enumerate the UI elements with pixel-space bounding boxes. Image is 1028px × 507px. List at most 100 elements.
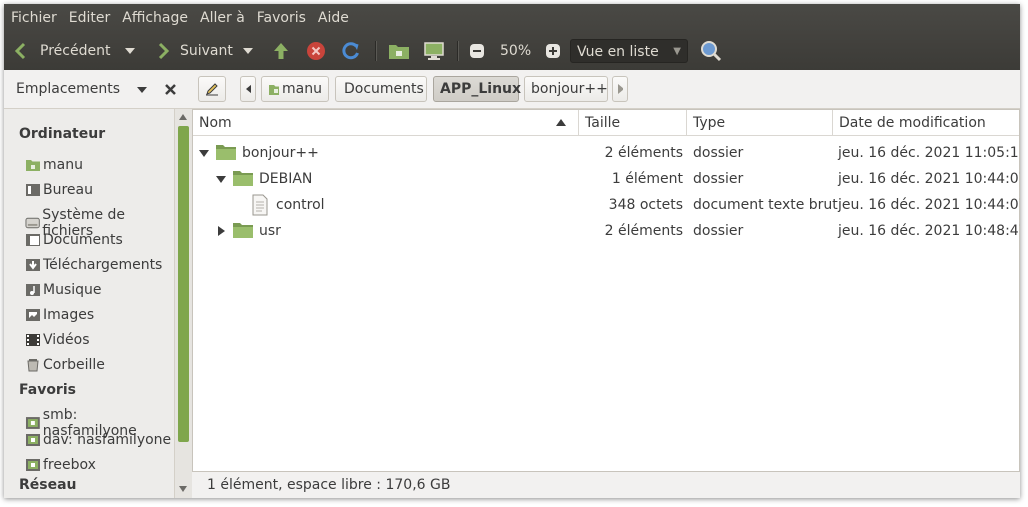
sidebar-item-label: Musique [43, 282, 102, 298]
forward-history-dropdown[interactable] [242, 32, 254, 70]
column-header-size[interactable]: Taille [579, 110, 687, 136]
videos-folder-icon [26, 334, 40, 346]
file-size: 2 éléments [604, 223, 683, 239]
sidebar-item-dav-nasfamilyone[interactable]: dav: nasfamilyone [25, 432, 171, 448]
column-header-date[interactable]: Date de modification [833, 110, 1019, 136]
column-header-name[interactable]: Nom [193, 110, 579, 136]
desktop-folder-icon [26, 184, 40, 196]
column-header-label: Taille [585, 115, 621, 131]
scroll-down-icon[interactable] [179, 486, 187, 492]
back-history-dropdown[interactable] [124, 32, 136, 70]
view-mode-select[interactable]: Vue en liste ▼ [570, 39, 688, 63]
stop-button[interactable] [306, 32, 326, 70]
table-row[interactable]: bonjour++ 2 éléments dossier jeu. 16 déc… [193, 140, 1020, 166]
folder-icon [233, 171, 253, 186]
file-list: Nom Taille Type Date de modification bon… [192, 109, 1020, 472]
sidebar-section-reseau: Réseau [19, 477, 77, 493]
text-file-icon [252, 194, 268, 216]
forward-label: Suivant [180, 43, 233, 59]
drive-icon [25, 217, 40, 229]
file-size: 1 élément [611, 171, 683, 187]
back-label: Précédent [40, 43, 111, 59]
sidebar-item-label: Vidéos [43, 332, 90, 348]
file-size: 2 éléments [604, 145, 683, 161]
pencil-icon [206, 83, 218, 96]
menu-fichier[interactable]: Fichier [4, 4, 63, 32]
sidebar-item-videos[interactable]: Vidéos [25, 332, 90, 348]
menu-aide[interactable]: Aide [312, 4, 355, 32]
view-mode-value: Vue en liste [577, 44, 659, 60]
computer-button[interactable] [423, 32, 445, 70]
column-header-label: Date de modification [839, 115, 986, 131]
expander-expanded-icon[interactable] [216, 176, 226, 183]
menu-affichage[interactable]: Affichage [116, 4, 194, 32]
sidebar-item-musique[interactable]: Musique [25, 282, 102, 298]
expander-collapsed-icon[interactable] [218, 226, 225, 236]
sort-ascending-icon [556, 119, 566, 126]
documents-folder-icon [26, 234, 40, 246]
network-folder-icon [26, 434, 40, 446]
toggle-location-entry-button[interactable] [198, 76, 226, 102]
table-row[interactable]: control 348 octets document texte brut j… [193, 192, 1020, 218]
chevron-down-icon[interactable] [136, 86, 148, 94]
crumb-scroll-right-button[interactable] [612, 76, 628, 102]
sidebar-item-bureau[interactable]: Bureau [25, 182, 93, 198]
chevron-right-icon [618, 84, 623, 94]
menu-editer[interactable]: Editer [63, 4, 116, 32]
sidebar-item-label: Images [43, 307, 95, 323]
column-header-label: Nom [199, 115, 232, 131]
zoom-in-button[interactable] [545, 32, 561, 70]
sidebar-scrollbar[interactable] [174, 109, 192, 498]
file-name: DEBIAN [259, 171, 313, 187]
search-icon [701, 41, 722, 62]
scroll-up-icon[interactable] [179, 114, 187, 120]
close-icon[interactable] [164, 83, 177, 96]
search-button[interactable] [700, 32, 722, 70]
zoom-in-icon [546, 44, 560, 58]
crumb-bonjour[interactable]: bonjour++ [524, 76, 608, 102]
crumb-label: bonjour++ [531, 81, 608, 97]
title-toolbar-area: Fichier Editer Affichage Aller à Favoris… [4, 4, 1020, 70]
zoom-out-button[interactable] [469, 32, 485, 70]
crumb-label: manu [282, 81, 322, 97]
file-name: usr [259, 223, 281, 239]
menu-aller-a[interactable]: Aller à [194, 4, 251, 32]
crumb-manu[interactable]: manu [261, 76, 329, 102]
file-date: jeu. 16 déc. 2021 11:05:11 [838, 145, 1020, 161]
expander-expanded-icon[interactable] [199, 150, 209, 157]
reload-button[interactable] [341, 32, 361, 70]
menu-favoris[interactable]: Favoris [251, 4, 312, 32]
crumb-scroll-left-button[interactable] [240, 76, 256, 102]
column-header-type[interactable]: Type [687, 110, 833, 136]
sidebar-item-label: Bureau [43, 182, 93, 198]
forward-button[interactable]: Suivant [156, 32, 233, 70]
chevron-down-icon [243, 48, 253, 54]
crumb-documents[interactable]: Documents [335, 76, 427, 102]
network-folder-icon [25, 417, 40, 429]
home-folder-icon [26, 160, 40, 171]
chevron-left-icon [246, 84, 251, 94]
table-row[interactable]: DEBIAN 1 élément dossier jeu. 16 déc. 20… [193, 166, 1020, 192]
menu-bar: Fichier Editer Affichage Aller à Favoris… [4, 4, 1020, 32]
sidebar-item-manu[interactable]: manu [25, 157, 83, 173]
home-folder-icon [269, 84, 280, 95]
sidebar-item-documents[interactable]: Documents [25, 232, 123, 248]
status-bar: 1 élément, espace libre : 170,6 GB [192, 472, 1020, 498]
sidebar-item-telechargements[interactable]: Téléchargements [25, 257, 162, 273]
sidebar-bottom: Réseau [4, 471, 174, 498]
file-type: document texte brut [693, 197, 838, 213]
file-size: 348 octets [608, 197, 683, 213]
back-button[interactable]: Précédent [14, 32, 110, 70]
folder-icon [233, 223, 253, 238]
scrollbar-thumb[interactable] [178, 126, 189, 442]
parent-folder-button[interactable] [271, 32, 291, 70]
table-row[interactable]: usr 2 éléments dossier jeu. 16 déc. 2021… [193, 218, 1020, 244]
crumb-app-linux[interactable]: APP_Linux [433, 76, 521, 102]
downloads-folder-icon [26, 259, 40, 271]
toolbar-separator [457, 41, 459, 61]
sidebar-item-corbeille[interactable]: Corbeille [25, 357, 105, 373]
trash-icon [27, 359, 39, 372]
sidebar-item-images[interactable]: Images [25, 307, 94, 323]
location-bar: Emplacements manu Documents APP_Linux bo… [4, 70, 1020, 109]
home-button[interactable] [388, 32, 410, 70]
